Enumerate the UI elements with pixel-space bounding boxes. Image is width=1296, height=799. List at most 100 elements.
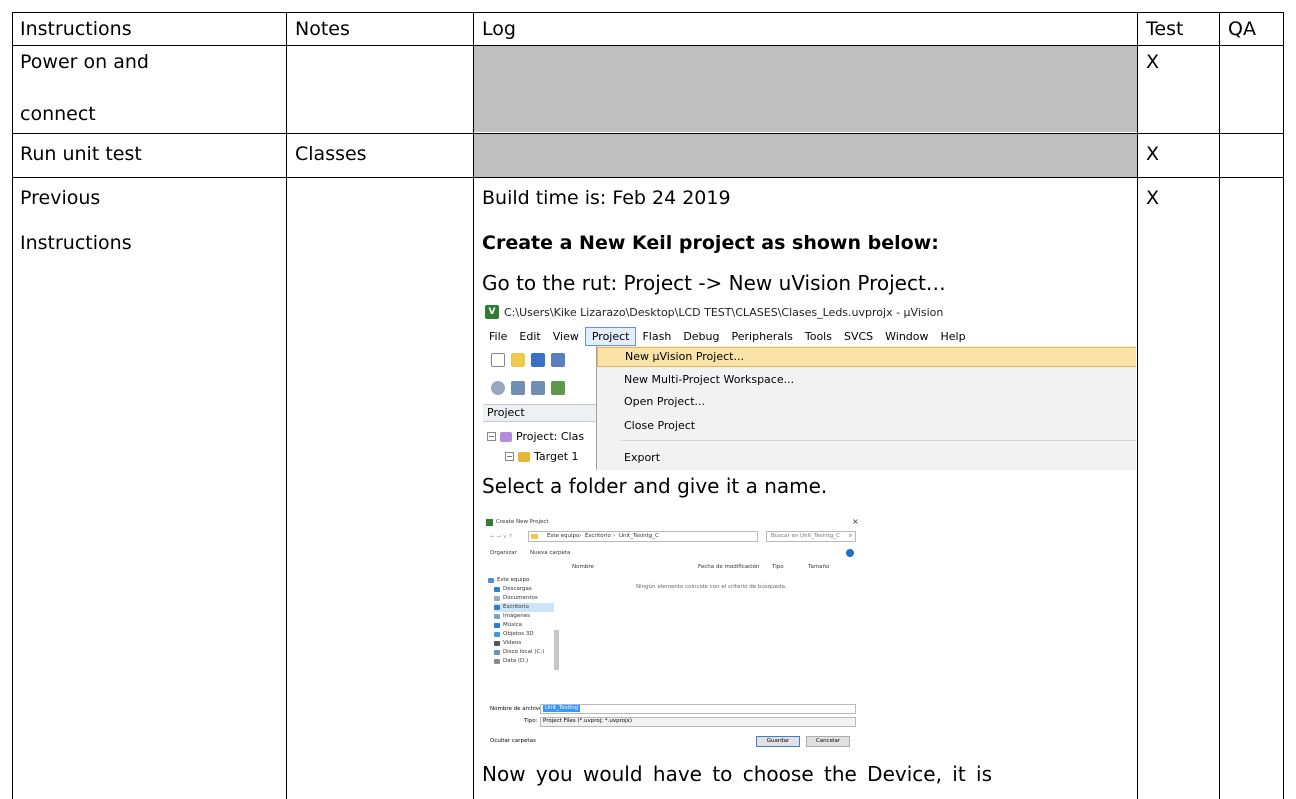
rebuild-icon[interactable] — [531, 381, 545, 395]
search-placeholder: Buscar en Unit_Tesintg_C — [771, 533, 841, 539]
create-project-dialog: Create New Project × ← → ∨ ↑ Este equipo… — [484, 514, 862, 707]
sidebar-item-este-equipo[interactable]: Este equipo — [488, 576, 529, 585]
menu-item-open-project[interactable]: Open Project... — [597, 392, 1136, 412]
hide-folders-toggle[interactable]: Ocultar carpetas — [490, 738, 536, 745]
menu-flash[interactable]: Flash — [636, 328, 677, 345]
nav-arrows-icon[interactable]: ← → ∨ ↑ — [490, 534, 513, 541]
dialog-footer: Nombre de archivo: Unit_Testing Tipo: Pr… — [484, 690, 862, 750]
target-folder-icon — [518, 451, 530, 462]
menu-item-new-multi-project-workspace[interactable]: New Multi-Project Workspace... — [597, 370, 1136, 390]
type-value: Project Files (*.uvproj; *.uvprojx) — [543, 718, 633, 724]
sidebar-item-label: Documentos — [503, 595, 538, 601]
file-name-value: Unit_Testing — [543, 705, 581, 712]
path-separator: › — [613, 533, 616, 539]
menu-debug[interactable]: Debug — [677, 328, 725, 345]
dialog-app-icon — [486, 519, 493, 526]
cancel-button[interactable]: Cancelar — [806, 736, 850, 747]
video-icon — [494, 641, 500, 646]
menu-window[interactable]: Window — [879, 328, 934, 345]
save-icon[interactable] — [531, 353, 545, 367]
sidebar-item-label: Disco local (C:) — [503, 649, 545, 655]
sidebar-item-documentos[interactable]: Documentos — [494, 594, 538, 603]
type-select[interactable]: Project Files (*.uvproj; *.uvprojx) — [540, 717, 856, 727]
column-header-type[interactable]: Tipo — [772, 564, 784, 571]
pc-icon — [488, 578, 494, 583]
build-icon[interactable] — [511, 381, 525, 395]
sidebar-item-data[interactable]: Data (D:) — [494, 657, 528, 666]
row3-test-mark: X — [1146, 187, 1160, 209]
menu-separator — [621, 440, 1136, 441]
document-page: Instructions Notes Log Test QA Power on … — [0, 0, 1296, 799]
log-step2: Select a folder and give it a name. — [482, 474, 828, 498]
row3-instructions-line1: Previous — [20, 187, 101, 209]
column-header-date[interactable]: Fecha de modificación — [698, 564, 760, 571]
organize-button[interactable]: Organizar — [490, 550, 517, 557]
menu-edit[interactable]: Edit — [513, 328, 546, 345]
menu-peripherals[interactable]: Peripherals — [726, 328, 799, 345]
cube-icon — [494, 632, 500, 637]
log-build-time: Build time is: Feb 24 2019 — [482, 187, 731, 209]
sidebar-scrollbar[interactable] — [554, 630, 559, 670]
table-col-divider — [286, 12, 287, 799]
tree-project-node[interactable]: − Project: Clas — [487, 430, 584, 443]
file-name-input[interactable]: Unit_Testing — [540, 704, 856, 714]
table-col-divider — [1137, 12, 1138, 799]
table-col-divider — [1219, 12, 1220, 799]
uvision-title-bar: V C:\Users\Kike Lizarazo\Desktop\LCD TES… — [485, 304, 943, 320]
sidebar-item-objetos-3d[interactable]: Objetos 3D — [494, 630, 534, 639]
collapse-icon[interactable]: − — [505, 452, 514, 461]
menu-view[interactable]: View — [547, 328, 585, 345]
menu-project[interactable]: Project — [584, 326, 637, 346]
file-name-label: Nombre de archivo: — [490, 706, 545, 712]
sidebar-item-descargas[interactable]: Descargas — [494, 585, 532, 594]
open-folder-icon[interactable] — [511, 353, 525, 367]
uvision-screenshot: V C:\Users\Kike Lizarazo\Desktop\LCD TES… — [483, 300, 1136, 470]
table-row-divider — [12, 133, 1284, 134]
header-test: Test — [1146, 18, 1184, 40]
empty-message: Ningún elemento coincide con el criterio… — [636, 584, 787, 590]
uvision-menubar: File Edit View Project Flash Debug Perip… — [483, 326, 972, 346]
drive-icon — [494, 650, 500, 655]
sidebar-item-label: Objetos 3D — [503, 631, 534, 637]
new-file-icon[interactable] — [491, 353, 505, 367]
menu-item-new-uvision-project[interactable]: New µVision Project... — [597, 347, 1136, 367]
menu-svcs[interactable]: SVCS — [838, 328, 879, 345]
menu-file[interactable]: File — [483, 328, 513, 345]
path-segment[interactable]: Escritorio — [585, 533, 611, 540]
sidebar-item-imagenes[interactable]: Imágenes — [494, 612, 530, 621]
sidebar-item-disco-local[interactable]: Disco local (C:) — [494, 648, 544, 657]
tree-target-node[interactable]: − Target 1 — [505, 450, 579, 463]
sidebar-item-escritorio[interactable]: Escritorio — [494, 603, 554, 612]
help-icon[interactable] — [846, 549, 854, 557]
column-header-size[interactable]: Tamaño — [808, 564, 829, 571]
menu-item-close-project[interactable]: Close Project — [597, 416, 1136, 436]
new-folder-button[interactable]: Nueva carpeta — [530, 550, 570, 557]
tree-target-label: Target 1 — [534, 450, 579, 463]
translate-icon[interactable] — [491, 381, 505, 395]
column-header-name[interactable]: Nombre — [572, 564, 594, 571]
menu-tools[interactable]: Tools — [799, 328, 838, 345]
table-border-top — [12, 12, 1284, 13]
folder-icon — [531, 534, 538, 539]
sidebar-item-label: Este equipo — [497, 577, 530, 583]
row2-instructions: Run unit test — [20, 143, 142, 165]
address-bar[interactable]: Este equipo › Escritorio › Unit_Tesintg_… — [528, 531, 758, 542]
dialog-close-icon[interactable]: × — [852, 518, 859, 526]
sidebar-item-musica[interactable]: Música — [494, 621, 522, 630]
menu-item-export[interactable]: Export — [597, 448, 1136, 468]
path-separator: › — [579, 533, 582, 539]
menu-help[interactable]: Help — [935, 328, 972, 345]
path-segment[interactable]: Este equipo — [547, 533, 579, 540]
save-all-icon[interactable] — [551, 353, 565, 367]
search-input[interactable]: Buscar en Unit_Tesintg_C ⌕ — [766, 531, 856, 542]
path-segment[interactable]: Unit_Tesintg_C — [619, 533, 659, 540]
sidebar-item-label: Descargas — [503, 586, 532, 592]
collapse-icon[interactable]: − — [487, 432, 496, 441]
download-icon[interactable] — [551, 381, 565, 395]
desktop-icon — [494, 605, 500, 610]
header-qa: QA — [1228, 18, 1256, 40]
sidebar-item-label: Videos — [503, 640, 522, 646]
sidebar-item-label: Imágenes — [503, 613, 530, 619]
sidebar-item-videos[interactable]: Videos — [494, 639, 521, 648]
save-button[interactable]: Guardar — [756, 736, 800, 747]
